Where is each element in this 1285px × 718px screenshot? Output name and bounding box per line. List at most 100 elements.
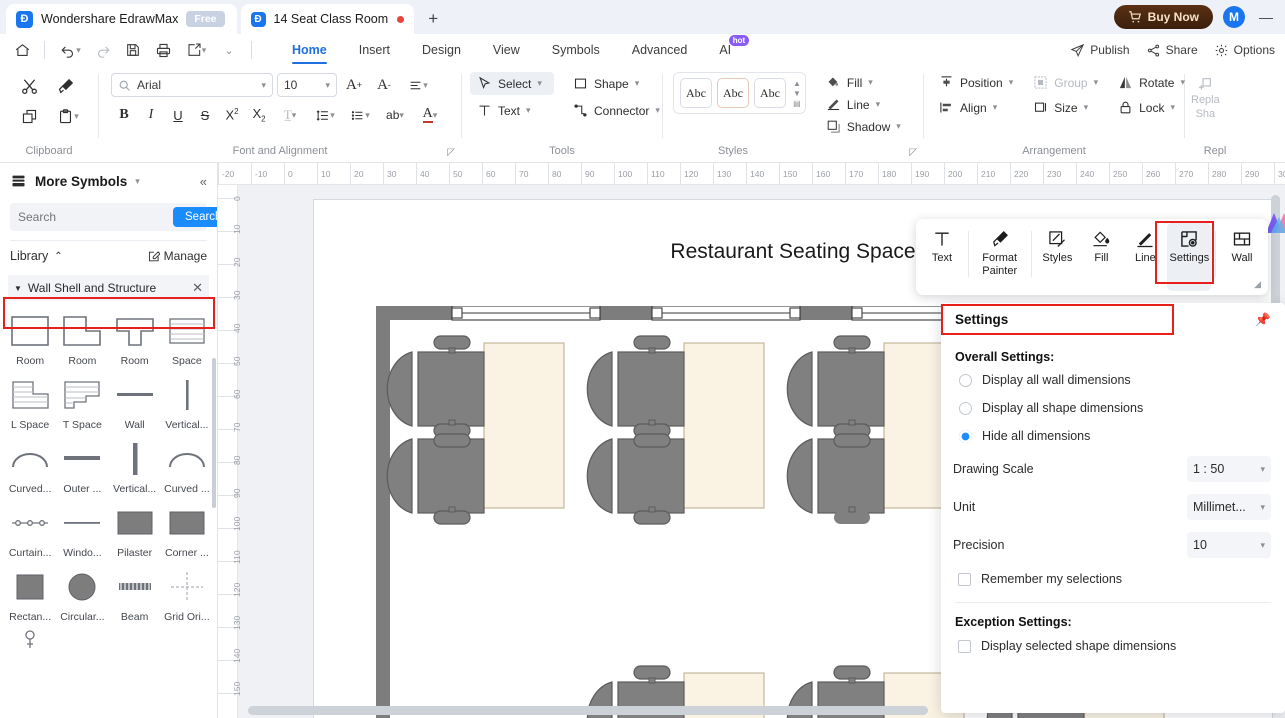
tab-insert[interactable]: Insert	[343, 37, 406, 64]
bold-button[interactable]: B	[111, 102, 137, 128]
save-button[interactable]	[119, 37, 147, 63]
tab-ai[interactable]: AI hot	[703, 34, 750, 64]
increase-font-size-button[interactable]: A +	[341, 72, 367, 98]
chevron-up-icon[interactable]: ▲	[793, 79, 801, 88]
symbol-pilaster[interactable]: Pilaster	[109, 499, 161, 561]
group-button[interactable]: Group ▾	[1028, 72, 1103, 93]
print-button[interactable]	[149, 37, 177, 63]
symbol-wall[interactable]: Wall	[109, 371, 161, 433]
collapse-panel-button[interactable]: «	[200, 174, 207, 189]
avatar[interactable]: M	[1223, 6, 1245, 28]
tab-design[interactable]: Design	[406, 37, 477, 64]
new-tab-button[interactable]: +	[420, 6, 446, 32]
minibar-format-painter-button[interactable]: Format Painter	[973, 223, 1027, 291]
position-button[interactable]: Position ▾	[934, 72, 1018, 93]
minimize-button[interactable]: —	[1255, 9, 1277, 25]
line-button[interactable]: Line ▾	[822, 95, 905, 114]
symbol-partial-next[interactable]	[4, 627, 56, 650]
font-family-select[interactable]: Arial ▾	[111, 73, 273, 97]
horizontal-scrollbar-thumb[interactable]	[248, 706, 928, 715]
chevron-down-icon[interactable]: ▼	[793, 89, 801, 98]
pin-icon[interactable]: 📌	[1255, 312, 1271, 328]
display-selected-shape-dimensions-checkbox[interactable]: Display selected shape dimensions	[941, 631, 1285, 661]
minibar-settings-button[interactable]: Settings	[1167, 223, 1212, 291]
tab-view[interactable]: View	[477, 37, 536, 64]
style-swatch-2[interactable]: Abc	[717, 78, 749, 108]
symbol-room-l[interactable]: Room	[56, 307, 108, 369]
radio-display-all-shape-dimensions[interactable]: Display all shape dimensions	[941, 394, 1285, 422]
symbol-circular[interactable]: Circular...	[56, 563, 108, 625]
radio-display-all-wall-dimensions[interactable]: Display all wall dimensions	[941, 366, 1285, 394]
lock-button[interactable]: Lock ▾	[1113, 97, 1190, 118]
share-button[interactable]: Share	[1146, 43, 1198, 58]
symbol-beam[interactable]: Beam	[109, 563, 161, 625]
text-tool[interactable]: Text ▾	[470, 99, 554, 122]
copy-button[interactable]	[14, 102, 44, 130]
radio-hide-all-dimensions[interactable]: Hide all dimensions	[941, 422, 1285, 450]
customize-qat-button[interactable]: ⌄	[215, 37, 243, 63]
rotate-button[interactable]: Rotate ▾	[1113, 72, 1190, 93]
precision-select[interactable]: 10 ▾	[1187, 532, 1271, 558]
align-button[interactable]: Align ▾	[934, 97, 1018, 118]
chevron-down-icon[interactable]: ▾	[135, 176, 140, 187]
library-category-wall-shell[interactable]: ▼ Wall Shell and Structure ✕	[8, 275, 209, 301]
symbols-scrollbar[interactable]	[212, 358, 216, 508]
fill-button[interactable]: Fill ▾	[822, 73, 905, 92]
symbol-rectangle[interactable]: Rectan...	[4, 563, 56, 625]
symbol-l-space[interactable]: L Space	[4, 371, 56, 433]
superscript-button[interactable]: X2	[219, 102, 245, 128]
symbol-corner[interactable]: Corner ...	[161, 499, 213, 561]
drawing-scale-select[interactable]: 1 : 50 ▾	[1187, 456, 1271, 482]
document-tab[interactable]: Ð 14 Seat Class Room	[240, 4, 415, 34]
unit-select[interactable]: Millimet... ▾	[1187, 494, 1271, 520]
strikethrough-button[interactable]: S	[192, 102, 218, 128]
styles-gallery[interactable]: Abc Abc Abc ▲ ▼ ▤	[673, 72, 806, 114]
text-align-button[interactable]: ▾	[401, 72, 435, 98]
tab-symbols[interactable]: Symbols	[536, 37, 616, 64]
styles-expand-icon[interactable]: ▤	[793, 99, 801, 108]
bullet-list-button[interactable]: ▾	[343, 102, 377, 128]
symbol-curved-wall-2[interactable]: Curved ...	[161, 435, 213, 497]
symbol-outer-wall[interactable]: Outer ...	[56, 435, 108, 497]
symbol-vertical-thick-wall[interactable]: Vertical...	[109, 435, 161, 497]
symbol-curtain-wall[interactable]: Curtain...	[4, 499, 56, 561]
underline-button[interactable]: U	[165, 102, 191, 128]
symbol-t-space[interactable]: T Space	[56, 371, 108, 433]
subscript-button[interactable]: X2	[246, 102, 272, 128]
symbol-vertical-wall[interactable]: Vertical...	[161, 371, 213, 433]
tab-home[interactable]: Home	[276, 37, 343, 64]
font-size-select[interactable]: 10 ▾	[277, 73, 337, 97]
shape-tool[interactable]: Shape ▾	[566, 72, 670, 95]
text-case-button[interactable]: ab ▾	[378, 102, 412, 128]
search-button[interactable]: Search	[173, 207, 217, 227]
redo-button[interactable]	[89, 37, 117, 63]
search-input[interactable]	[18, 210, 173, 224]
styles-scroll-controls[interactable]: ▲ ▼ ▤	[793, 79, 801, 108]
select-tool[interactable]: Select ▾	[470, 72, 554, 95]
symbol-space[interactable]: Space	[161, 307, 213, 369]
close-icon[interactable]: ✕	[192, 280, 203, 296]
publish-button[interactable]: Publish	[1070, 43, 1130, 58]
connector-tool[interactable]: Connector ▾	[566, 99, 670, 122]
resize-grip-icon[interactable]: ◢	[1254, 279, 1261, 290]
minibar-styles-button[interactable]: Styles	[1035, 223, 1079, 291]
line-spacing-button[interactable]: ▾	[308, 102, 342, 128]
undo-button[interactable]: ▾	[53, 37, 87, 63]
minibar-line-button[interactable]: Line	[1123, 223, 1167, 291]
italic-button[interactable]: I	[138, 102, 164, 128]
export-button[interactable]: ▾	[179, 37, 213, 63]
buy-now-button[interactable]: Buy Now	[1113, 5, 1213, 29]
symbol-window[interactable]: Windo...	[56, 499, 108, 561]
vertical-ruler[interactable]: 0 10 20 30 40 50 60 70 80 90 100 110 120…	[218, 185, 242, 718]
chevron-up-icon[interactable]: ⌃	[54, 251, 62, 262]
symbol-room-rect[interactable]: Room	[4, 307, 56, 369]
symbol-curved-wall[interactable]: Curved...	[4, 435, 56, 497]
replace-shape-button[interactable]: Repla Sha	[1191, 72, 1220, 120]
format-painter-button[interactable]	[50, 72, 80, 100]
tab-advanced[interactable]: Advanced	[616, 37, 704, 64]
manage-button[interactable]: Manage	[147, 249, 207, 263]
font-dialog-launcher[interactable]: ◸	[447, 147, 455, 158]
cut-button[interactable]	[14, 72, 44, 100]
style-swatch-3[interactable]: Abc	[754, 78, 786, 108]
minibar-text-button[interactable]: Text	[920, 223, 964, 291]
